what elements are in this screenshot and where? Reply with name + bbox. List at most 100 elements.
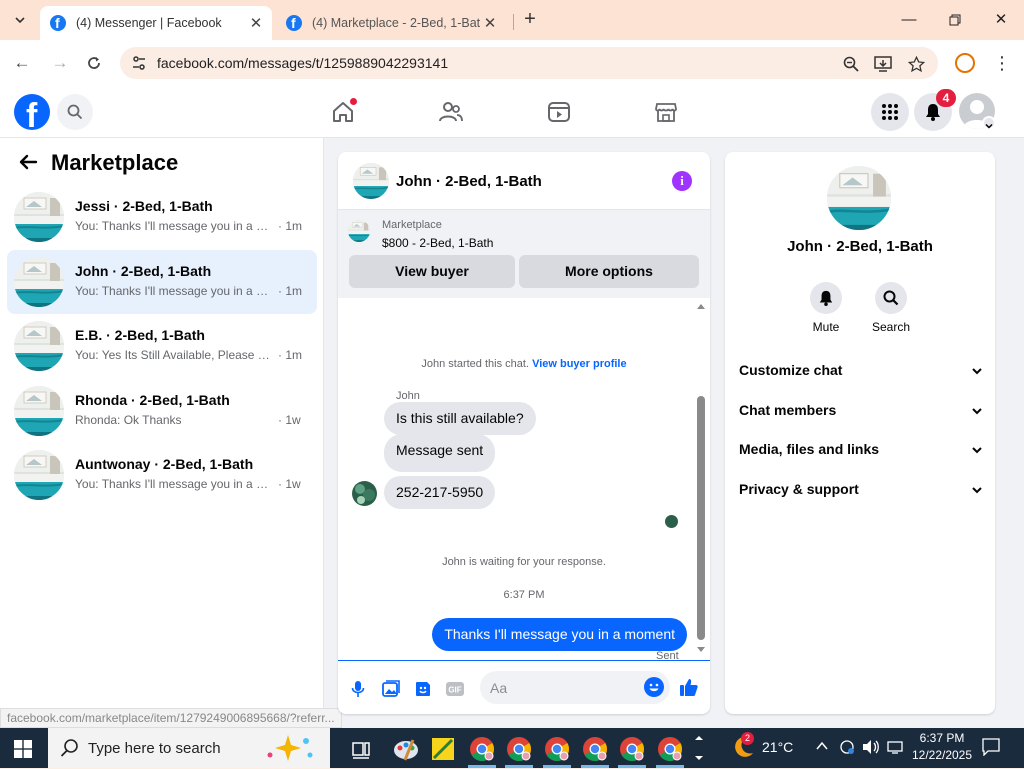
network-status-icon[interactable] (838, 739, 856, 758)
main-area: Marketplace Jessi · 2-Bed, 1-Bath You: Th… (0, 138, 1024, 728)
section-title: Privacy & support (739, 480, 859, 497)
volume-icon[interactable] (862, 739, 880, 758)
search-icon[interactable] (57, 94, 93, 130)
details-avatar[interactable] (827, 166, 891, 230)
taskbar-search-box[interactable]: Type here to search (48, 728, 330, 768)
weather-badge: 2 (741, 732, 755, 745)
chat-avatar[interactable] (353, 163, 389, 199)
tab-messenger[interactable]: (4) Messenger | Facebook ✕ (40, 6, 272, 40)
incoming-message[interactable]: 252-217-5950 (384, 476, 496, 509)
scroll-chevron-icon[interactable] (694, 736, 706, 766)
back-icon[interactable]: ← (10, 51, 34, 75)
clock-date[interactable]: 12/22/2025 (910, 748, 974, 762)
tray-expand-icon[interactable] (815, 739, 829, 756)
message-input-placeholder: Aa (490, 680, 508, 696)
section-title: Chat members (739, 401, 837, 418)
thumbs-up-icon[interactable] (679, 677, 699, 697)
browser-toolbar: ← → facebook.com/messages/t/125988904229… (0, 40, 1024, 86)
zoom-icon[interactable] (840, 53, 862, 75)
sticker-icon[interactable] (413, 679, 433, 699)
chrome-icon[interactable] (542, 734, 572, 764)
mute-button[interactable]: Mute (796, 282, 856, 334)
close-tab-icon[interactable]: ✕ (480, 14, 500, 32)
tab-separator (513, 14, 514, 30)
outgoing-message[interactable]: Thanks I'll message you in a moment (432, 618, 687, 651)
chevron-down-icon (971, 364, 983, 376)
video-icon[interactable] (546, 99, 572, 125)
chat-header: John · 2-Bed, 1-Bath i (338, 152, 710, 210)
search-in-chat-button[interactable]: Search (861, 282, 921, 334)
photo-icon[interactable] (381, 679, 401, 699)
marketplace-icon[interactable] (653, 99, 679, 125)
conversation-item[interactable]: Jessi · 2-Bed, 1-Bath You: Thanks I'll me… (7, 185, 317, 249)
conversation-snippet: You: Thanks I'll message you in a mo... (75, 477, 275, 491)
clock-time[interactable]: 6:37 PM (912, 731, 972, 745)
message-input[interactable]: Aa (480, 671, 670, 704)
conversation-name: John · 2-Bed, 1-Bath (75, 262, 212, 279)
conversation-time: · 1m (278, 283, 302, 298)
conversation-item[interactable]: Auntwonay · 2-Bed, 1-Bath You: Thanks I'l… (7, 443, 317, 507)
bookmark-star-icon[interactable] (905, 53, 927, 75)
details-section-media-files-and-links[interactable]: Media, files and links (739, 431, 983, 467)
conversation-snippet: You: Thanks I'll message you in a mo... (75, 283, 275, 298)
forward-icon[interactable]: → (48, 51, 72, 75)
conversation-thumbnail (14, 192, 64, 242)
wifi-icon[interactable] (886, 739, 904, 758)
view-buyer-profile-link[interactable]: View buyer profile (532, 358, 627, 370)
chrome-icon[interactable] (617, 734, 647, 764)
task-view-icon[interactable] (346, 734, 376, 764)
paint-app-icon[interactable] (391, 734, 421, 764)
details-section-customize-chat[interactable]: Customize chat (739, 352, 983, 388)
chat-panel: John · 2-Bed, 1-Bath i Marketplace $800 … (338, 152, 710, 714)
reload-icon[interactable] (82, 51, 106, 75)
browser-menu-icon[interactable]: ⋮ (993, 52, 1011, 74)
details-section-privacy-support[interactable]: Privacy & support (739, 471, 983, 507)
chrome-icon[interactable] (580, 734, 610, 764)
chat-scrollbar[interactable] (696, 302, 706, 654)
info-icon[interactable]: i (672, 171, 692, 191)
friends-icon[interactable] (438, 99, 464, 125)
close-window-button[interactable]: ✕ (986, 8, 1016, 32)
conversation-item[interactable]: John · 2-Bed, 1-Bath You: Thanks I'll mes… (7, 249, 317, 314)
windows-start-icon[interactable] (14, 740, 32, 758)
incoming-message[interactable]: Is this still available? (384, 402, 536, 435)
back-arrow-icon[interactable] (18, 152, 40, 174)
emoji-icon[interactable] (644, 677, 664, 697)
chrome-icon[interactable] (504, 734, 534, 764)
browser-tab-strip: (4) Messenger | Facebook ✕ (4) Marketpla… (0, 0, 1024, 40)
waiting-notice: John is waiting for your response. (442, 556, 606, 568)
notification-center-icon[interactable] (982, 738, 1000, 759)
install-app-icon[interactable] (872, 53, 894, 75)
minimize-button[interactable]: — (894, 8, 924, 32)
message-composer: GIF Aa (338, 660, 710, 714)
scrollbar-thumb[interactable] (697, 396, 705, 640)
facebook-logo-icon[interactable]: f (14, 94, 50, 130)
browser-profile-icon[interactable] (955, 53, 975, 73)
incoming-message[interactable]: Message sent (384, 434, 496, 472)
chrome-icon[interactable] (655, 734, 685, 764)
details-section-chat-members[interactable]: Chat members (739, 392, 983, 428)
menu-grid-icon[interactable] (871, 93, 909, 131)
view-buyer-button[interactable]: View buyer (349, 255, 515, 288)
tab-search-chevron-icon[interactable] (8, 8, 32, 32)
close-tab-icon[interactable]: ✕ (246, 14, 266, 32)
gif-icon[interactable]: GIF (445, 679, 465, 699)
sticky-notes-icon[interactable] (428, 734, 458, 764)
chrome-icon[interactable] (467, 734, 497, 764)
restore-button[interactable] (940, 8, 970, 32)
tab-marketplace[interactable]: (4) Marketplace - 2-Bed, 1-Bath ✕ (276, 6, 506, 40)
new-tab-button[interactable]: + (519, 9, 541, 31)
account-chevron-down-icon[interactable] (982, 116, 996, 130)
listing-price[interactable]: $800 - 2-Bed, 1-Bath (382, 236, 493, 250)
more-options-button[interactable]: More options (519, 255, 699, 288)
sender-avatar[interactable] (352, 481, 377, 506)
microphone-icon[interactable] (348, 679, 368, 699)
chat-title[interactable]: John · 2-Bed, 1-Bath (396, 173, 542, 190)
weather-temperature[interactable]: 21°C (762, 739, 793, 755)
conversation-item[interactable]: Rhonda · 2-Bed, 1-Bath Rhonda: Ok Thanks ·… (7, 379, 317, 443)
site-info-icon[interactable] (130, 54, 148, 72)
svg-text:GIF: GIF (448, 686, 461, 695)
conversation-item[interactable]: E.B. · 2-Bed, 1-Bath You: Yes Its Still A… (7, 314, 317, 378)
address-bar[interactable]: facebook.com/messages/t/1259889042293141 (120, 47, 938, 79)
listing-thumbnail[interactable] (348, 220, 370, 242)
